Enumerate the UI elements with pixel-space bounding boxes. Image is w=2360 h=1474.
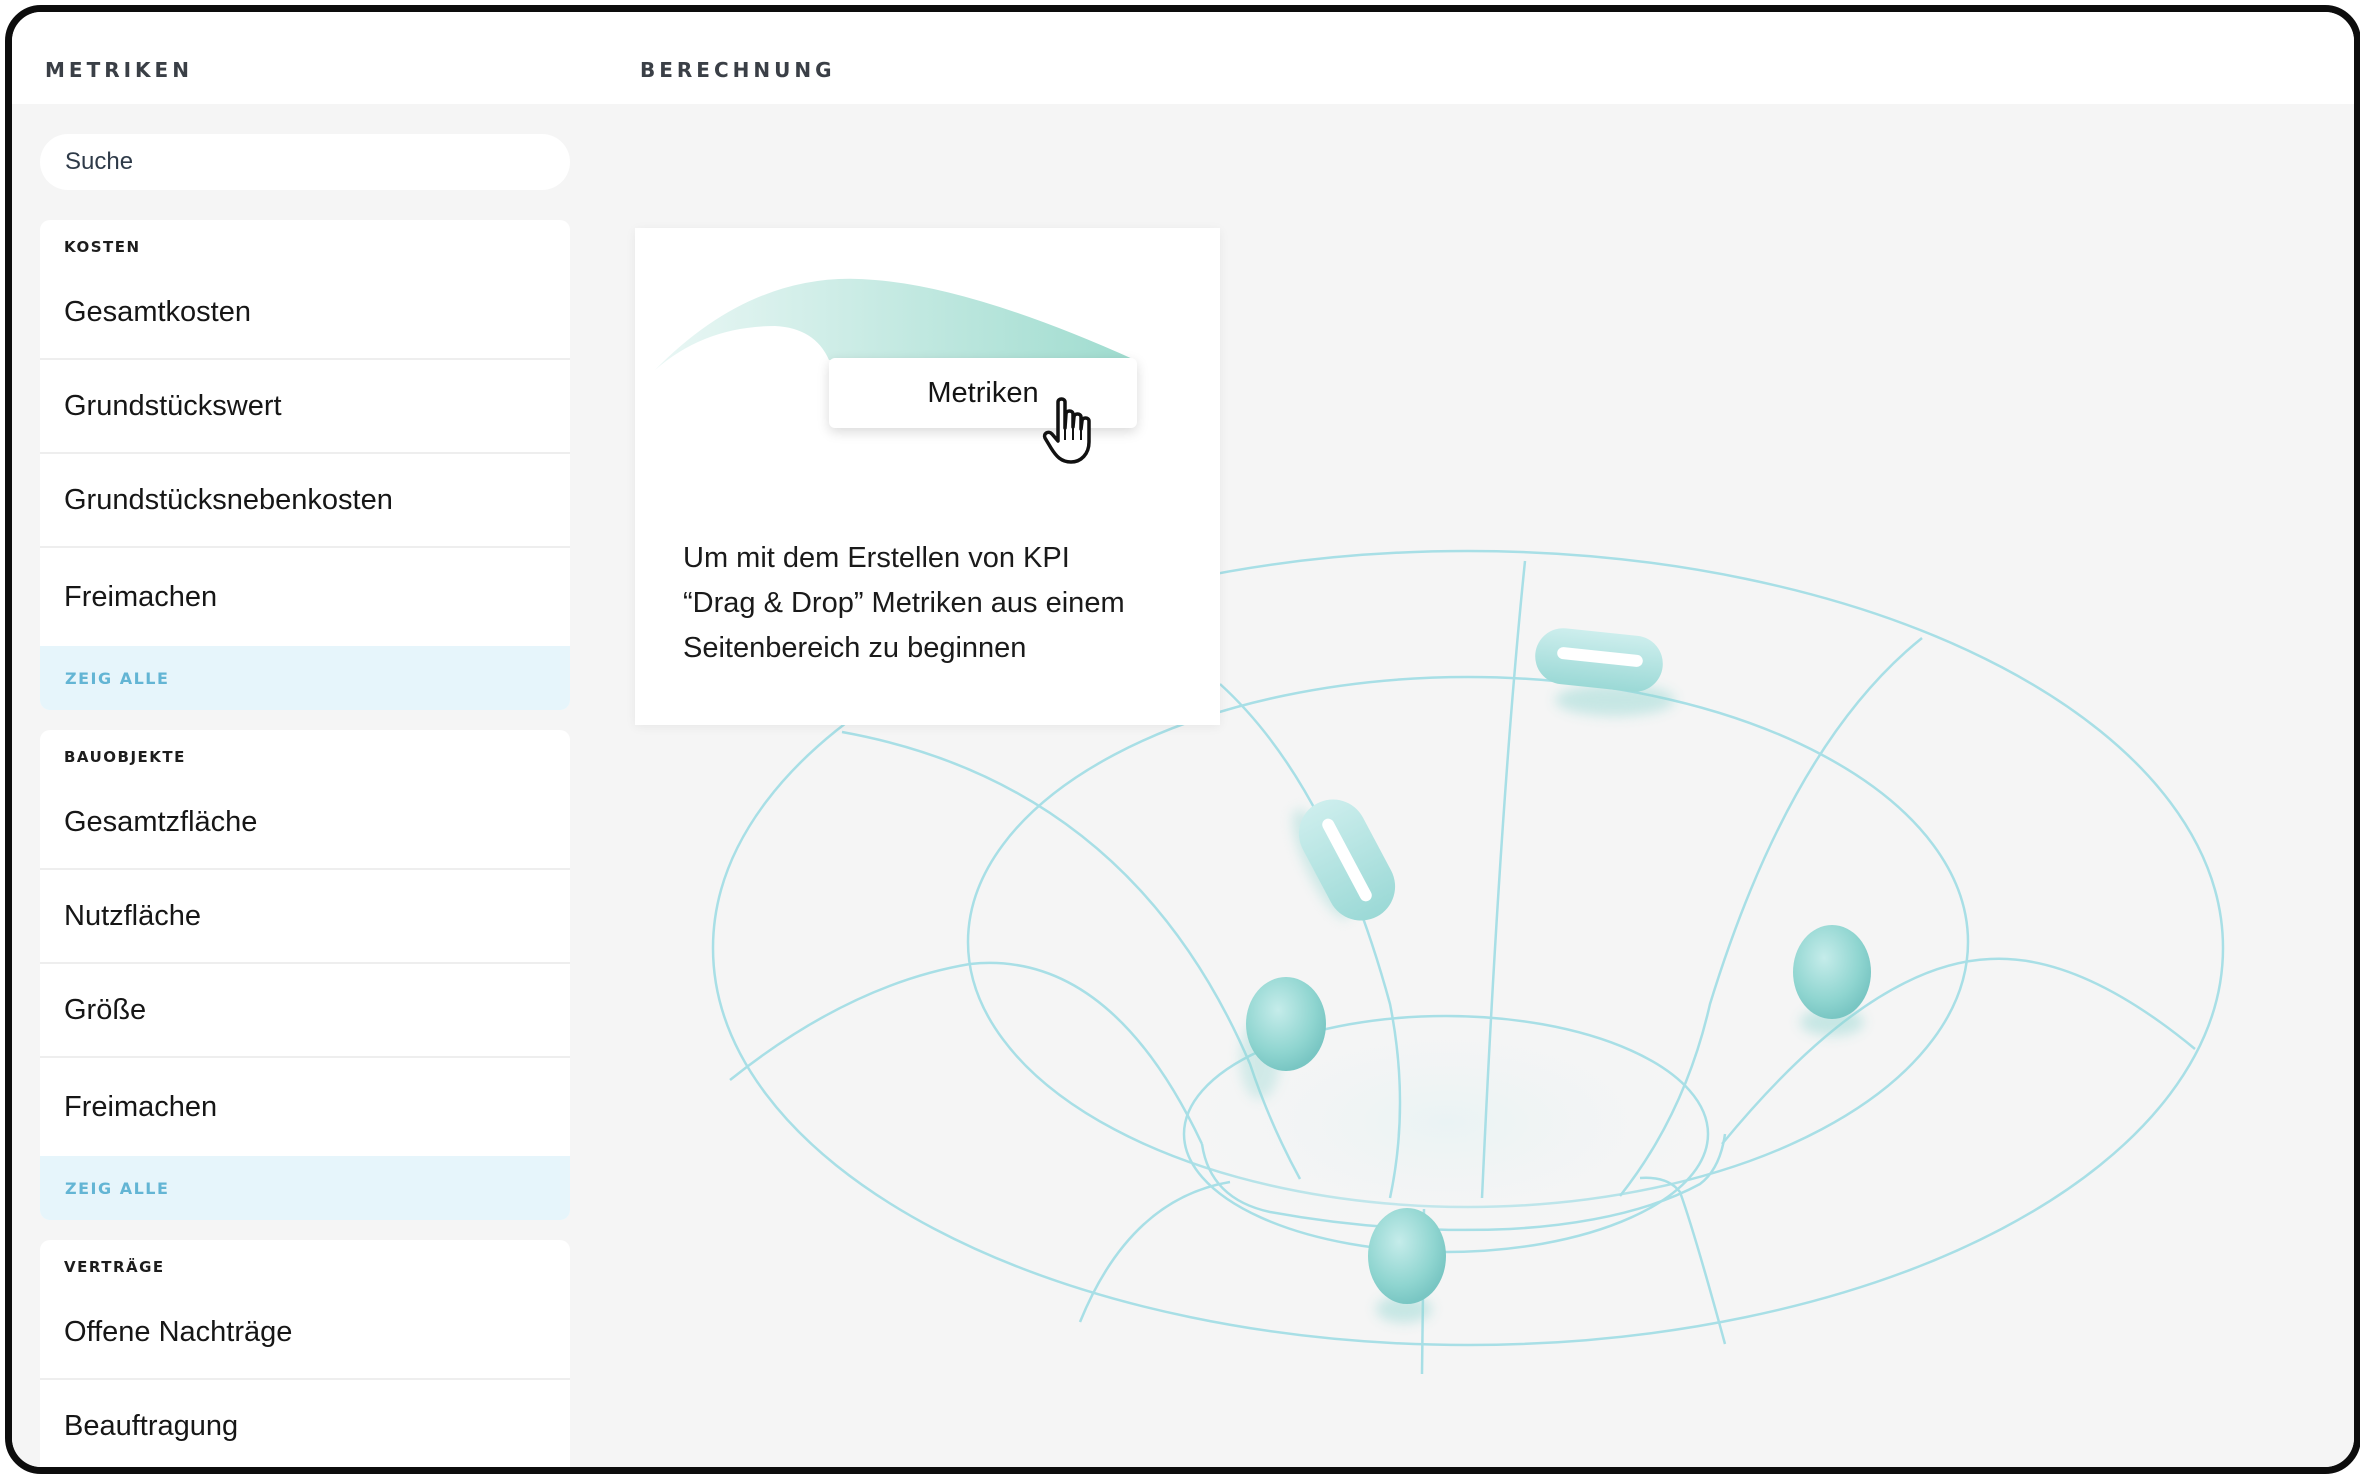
metric-item[interactable]: Gesamtzfläche [40,776,570,870]
instruction-line: “Drag & Drop” Metriken aus einem [683,587,1125,619]
metric-item[interactable]: Grundstückswert [40,360,570,454]
sidebar-title: METRIKEN [45,58,193,82]
metric-item[interactable]: Nutzfläche [40,870,570,964]
metrics-sidebar: Suche KOSTEN Gesamtkosten Grundstückswer… [12,104,610,1467]
metric-item[interactable]: Freimachen [40,1058,570,1156]
show-all-button[interactable]: ZEIG ALLE [40,646,570,710]
search-input[interactable]: Suche [40,134,570,190]
onboarding-card: Metriken Um mit dem Erstellen von KPI “D… [635,228,1220,725]
instruction-line: Um mit dem Erstellen von KPI [683,542,1070,574]
metric-item[interactable]: Offene Nachträge [40,1286,570,1380]
group-header: KOSTEN [40,220,570,266]
group-kosten: KOSTEN Gesamtkosten Grundstückswert Grun… [40,220,570,710]
metric-item[interactable]: Beauftragung [40,1380,570,1467]
group-bauobjekte: BAUOBJEKTE Gesamtzfläche Nutzfläche Größ… [40,730,570,1220]
calculation-area[interactable]: Metriken Um mit dem Erstellen von KPI “D… [610,104,2354,1467]
top-bar: METRIKEN BERECHNUNG [12,12,2354,104]
metric-item[interactable]: Freimachen [40,548,570,646]
group-vertraege: VERTRÄGE Offene Nachträge Beauftragung [40,1240,570,1467]
metric-item[interactable]: Gesamtkosten [40,266,570,360]
hand-pointer-icon [1042,397,1091,464]
page-title: BERECHNUNG [640,58,836,82]
group-header: BAUOBJEKTE [40,730,570,776]
group-title: KOSTEN [64,238,141,256]
group-title: BAUOBJEKTE [64,748,186,766]
metric-item[interactable]: Grundstücksnebenkosten [40,454,570,548]
app-window: METRIKEN BERECHNUNG Suche KOSTEN Gesamtk… [5,5,2360,1474]
onboarding-instructions: Um mit dem Erstellen von KPI “Drag & Dro… [683,536,1183,671]
group-title: VERTRÄGE [64,1258,165,1276]
group-header: VERTRÄGE [40,1240,570,1286]
show-all-button[interactable]: ZEIG ALLE [40,1156,570,1220]
metric-item[interactable]: Größe [40,964,570,1058]
instruction-line: Seitenbereich zu beginnen [683,632,1027,664]
